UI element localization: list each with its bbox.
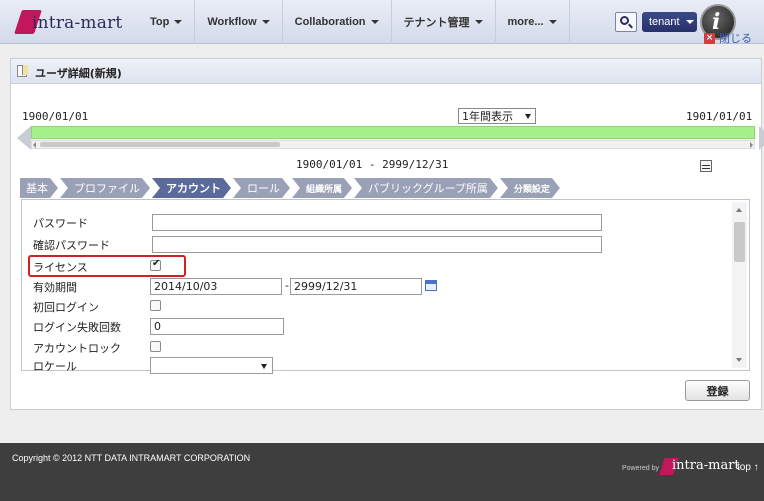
copyright-text: Copyright © 2012 NTT DATA INTRAMART CORP…: [12, 453, 251, 463]
nav-item-top[interactable]: Top: [138, 0, 196, 44]
valid-from-input[interactable]: 2014/10/03: [150, 278, 282, 295]
top-navbar: intra-mart Top Workflow Collaboration テナ…: [0, 0, 764, 44]
scroll-right-icon[interactable]: [750, 142, 753, 148]
tab-label: 基本: [26, 182, 48, 195]
license-highlight-box: [28, 255, 186, 277]
tab-classification[interactable]: 分類設定: [500, 178, 560, 198]
document-icon: [17, 65, 28, 77]
range-select-value: 1年間表示: [462, 110, 513, 123]
timeline-next-arrow[interactable]: [759, 126, 764, 150]
chevron-down-icon: [685, 20, 694, 24]
footer: Copyright © 2012 NTT DATA INTRAMART CORP…: [0, 443, 764, 501]
nav-item-label: Collaboration: [294, 16, 366, 28]
nav-item-collaboration[interactable]: Collaboration: [283, 0, 392, 44]
tab-account[interactable]: アカウント: [152, 178, 231, 198]
form-row-locale: ロケール: [22, 355, 729, 375]
close-button[interactable]: × 閉じる: [704, 30, 752, 46]
login-fail-count-label: ログイン失敗回数: [33, 321, 121, 334]
main-menu: Top Workflow Collaboration テナント管理 more..…: [138, 0, 570, 44]
tenant-dropdown[interactable]: tenant: [642, 12, 697, 32]
tab-label: ロール: [247, 182, 280, 195]
chevron-down-icon: [474, 20, 483, 24]
chevron-down-icon: [174, 20, 183, 24]
confirm-password-label: 確認パスワード: [33, 239, 110, 252]
register-button[interactable]: 登録: [685, 380, 750, 401]
tab-basic[interactable]: 基本: [20, 178, 58, 198]
footer-brand-text: intra-mart: [672, 458, 740, 473]
tab-label: アカウント: [166, 182, 221, 195]
back-to-top-link[interactable]: top ↑: [737, 462, 759, 473]
form-row-valid-period: 有効期間 2014/10/03 - 2999/12/31: [22, 276, 729, 296]
form-row-password: パスワード: [22, 212, 729, 232]
chevron-down-icon: [548, 20, 557, 24]
form-row-first-login: 初回ログイン: [22, 296, 729, 316]
account-form: パスワード 確認パスワード ライセンス 有効期間 2014/10/03 - 29…: [21, 199, 750, 374]
tab-profile[interactable]: プロファイル: [60, 178, 150, 198]
first-login-label: 初回ログイン: [33, 301, 99, 314]
page-title: ユーザ詳細(新規): [35, 67, 122, 80]
form-row-account-lock: アカウントロック: [22, 337, 729, 357]
tab-label: 分類設定: [513, 184, 550, 195]
chevron-down-icon: [525, 113, 531, 119]
valid-period-separator: -: [285, 279, 289, 292]
chevron-down-icon: [261, 20, 270, 24]
tab-public-group[interactable]: パブリックグループ所属: [354, 178, 498, 198]
locale-select[interactable]: [150, 357, 273, 374]
nav-item-more[interactable]: more...: [496, 0, 570, 44]
tab-role[interactable]: ロール: [233, 178, 290, 198]
timeline-prev-arrow[interactable]: [17, 126, 31, 150]
timeline-scroll-thumb[interactable]: [40, 142, 280, 147]
close-icon: ×: [704, 32, 715, 44]
nav-item-tenant-admin[interactable]: テナント管理: [392, 0, 496, 44]
form-row-confirm-password: 確認パスワード: [22, 234, 729, 254]
chevron-down-icon: [370, 20, 379, 24]
form-row-login-fail-count: ログイン失敗回数 * 0: [22, 316, 729, 336]
scroll-up-icon[interactable]: [736, 208, 742, 212]
valid-to-input[interactable]: 2999/12/31: [290, 278, 422, 295]
form-scroll-thumb[interactable]: [734, 222, 745, 262]
valid-period-label: 有効期間: [33, 281, 77, 294]
tab-label: パブリックグループ所属: [368, 182, 488, 195]
brand-logo[interactable]: intra-mart: [12, 8, 130, 36]
scroll-left-icon[interactable]: [33, 142, 36, 148]
timeline: [17, 126, 764, 150]
first-login-checkbox[interactable]: [150, 300, 161, 311]
locale-label: ロケール: [33, 360, 77, 373]
tab-organization[interactable]: 組織所属: [292, 178, 352, 198]
password-input[interactable]: [152, 214, 602, 231]
search-icon-handle: [628, 23, 633, 29]
confirm-password-input[interactable]: [152, 236, 602, 253]
account-lock-checkbox[interactable]: [150, 341, 161, 352]
timeline-scrollbar[interactable]: [31, 140, 755, 149]
account-lock-label: アカウントロック: [33, 342, 121, 355]
timeline-start-date: 1900/01/01: [22, 110, 89, 123]
nav-item-label: more...: [507, 16, 544, 28]
timeline-period-bar[interactable]: [31, 126, 755, 139]
brand-logo-text: intra-mart: [32, 13, 123, 33]
footer-brand-logo: intra-mart: [659, 455, 740, 477]
nav-item-label: Top: [150, 16, 170, 28]
powered-by-text: Powered by: [622, 465, 659, 472]
nav-item-label: Workflow: [207, 16, 257, 28]
tab-label: 組織所属: [306, 184, 343, 195]
nav-item-label: テナント管理: [403, 17, 470, 29]
tab-label: プロファイル: [74, 182, 140, 195]
password-label: パスワード: [33, 217, 88, 230]
tenant-label: tenant: [649, 16, 680, 28]
search-button[interactable]: [615, 12, 637, 32]
chevron-down-icon: [261, 364, 267, 369]
nav-item-workflow[interactable]: Workflow: [195, 0, 283, 44]
tab-bar: 基本 プロファイル アカウント ロール 組織所属 パブリックグループ所属 分類設…: [20, 178, 562, 198]
calendar-icon[interactable]: [425, 280, 437, 291]
scroll-down-icon[interactable]: [736, 358, 742, 362]
period-range: 1900/01/01 - 2999/12/31: [296, 158, 449, 171]
close-label: 閉じる: [719, 32, 752, 45]
login-fail-count-input[interactable]: 0: [150, 318, 284, 335]
form-scrollbar[interactable]: [732, 202, 747, 368]
expand-icon[interactable]: [700, 160, 712, 172]
range-select[interactable]: 1年間表示: [458, 108, 536, 124]
panel-header: ユーザ詳細(新規): [11, 59, 761, 84]
timeline-end-date: 1901/01/01: [686, 110, 753, 123]
